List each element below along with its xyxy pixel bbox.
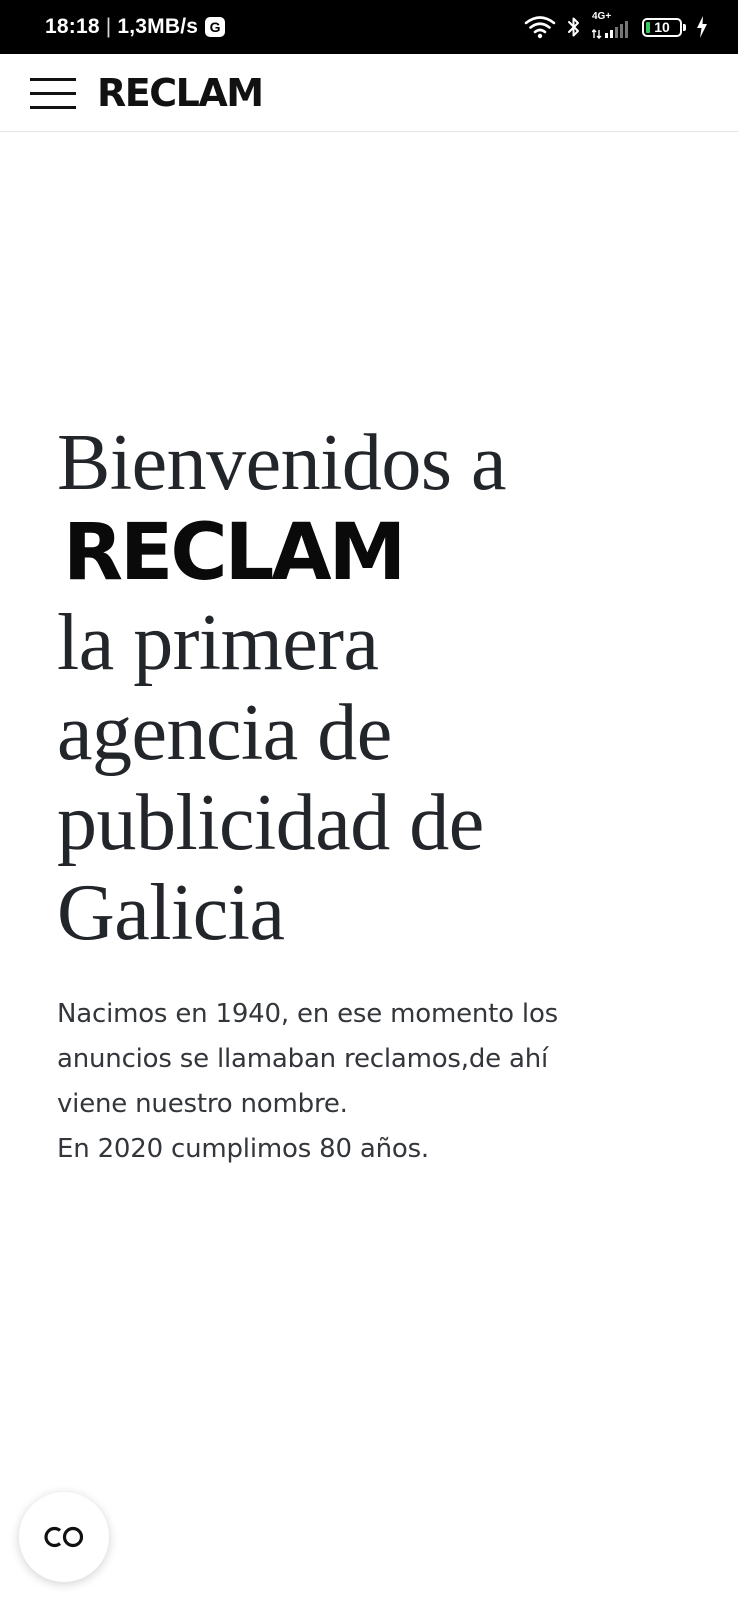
intro-line: En 2020 cumplimos 80 años.	[57, 1134, 429, 1164]
status-network-speed: 1,3MB/s	[117, 15, 199, 38]
intro-line: anuncios se llamaban reclamos,de ahí	[57, 1044, 549, 1074]
notification-app-icon: G	[205, 17, 226, 37]
co-logo-icon	[44, 1526, 84, 1548]
menu-bar	[30, 78, 76, 81]
hero-line: agencia de	[57, 689, 392, 777]
battery-icon: 10	[642, 17, 686, 37]
floating-action-button[interactable]	[19, 1492, 109, 1582]
status-bar-right: 4G+ 10	[524, 0, 708, 54]
battery-level: 10	[654, 19, 670, 35]
header-logo[interactable]: RECLAM	[97, 66, 264, 120]
charging-icon	[697, 16, 707, 38]
wifi-icon	[524, 16, 556, 39]
hero-line: la primera	[57, 599, 379, 687]
signal-icon: 4G+	[592, 11, 632, 40]
menu-bar	[30, 106, 76, 109]
status-time: 18:18	[45, 15, 100, 38]
intro-line: Nacimos en 1940, en ese momento los	[57, 999, 559, 1029]
status-separator: |	[105, 15, 112, 38]
intro-line: viene nuestro nombre.	[57, 1089, 348, 1119]
hero-line: publicidad de	[57, 779, 484, 867]
hamburger-menu-icon[interactable]	[30, 75, 76, 111]
bluetooth-icon	[568, 17, 579, 37]
status-bar: 18:18 | 1,3MB/s G 4G+ 10	[0, 0, 738, 54]
site-header: RECLAM	[0, 54, 738, 132]
hero-line: Galicia	[57, 869, 285, 957]
status-bar-left: 18:18 | 1,3MB/s G	[45, 0, 226, 54]
hero-title: Bienvenidos a RECLAM la primera agencia …	[57, 418, 697, 958]
hero-line: Bienvenidos a	[57, 419, 506, 507]
menu-bar	[30, 92, 76, 95]
hero-brand-logo: RECLAM	[63, 508, 406, 598]
intro-paragraph: Nacimos en 1940, en ese momento los anun…	[57, 992, 697, 1172]
battery-level-fill	[646, 21, 650, 33]
